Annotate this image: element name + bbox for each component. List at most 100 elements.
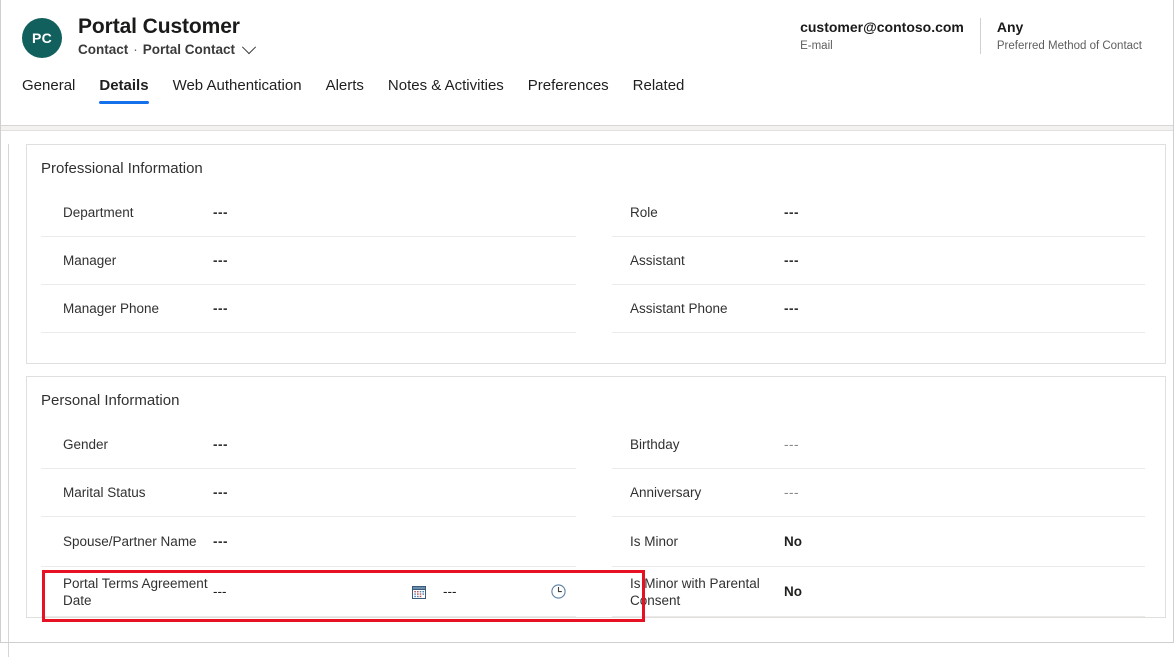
subtitle-separator: · [133,41,138,59]
field-row-spouse-partner-name[interactable]: Spouse/Partner Name --- [41,517,576,567]
portal-terms-date-part[interactable]: --- [213,584,409,599]
field-label-spouse-partner-name: Spouse/Partner Name [41,533,213,550]
column-right-professional-spacer [612,333,1145,363]
field-row-department[interactable]: Department --- [41,189,576,237]
section-personal-information: Personal Information Gender --- Marital … [26,376,1166,618]
field-value-anniversary[interactable]: --- [784,484,1145,502]
section-title-personal: Personal Information [27,377,1165,421]
field-row-is-minor-with-parental-consent[interactable]: Is Minor with Parental Consent No [612,567,1145,617]
field-value-gender-text: --- [213,436,228,454]
field-label-assistant: Assistant [612,252,784,269]
field-value-is-minor-with-parental-consent-text: No [784,583,802,601]
tab-web-authentication[interactable]: Web Authentication [161,76,314,106]
field-value-manager-phone[interactable]: --- [213,300,576,318]
field-value-assistant[interactable]: --- [784,252,1145,270]
section-columns-personal: Gender --- Marital Status --- Spouse/Par… [27,421,1165,617]
field-row-birthday[interactable]: Birthday --- [612,421,1145,469]
field-value-portal-terms-agreement-date[interactable]: --- [213,582,576,602]
form-selector-label[interactable]: Portal Contact [143,41,235,59]
record-subtitle: Contact · Portal Contact [78,41,784,59]
record-header-top: PC Portal Customer Contact · Portal Cont… [0,0,1174,62]
tab-preferences[interactable]: Preferences [516,76,621,106]
form-tab-strip: General Details Web Authentication Alert… [0,62,1174,106]
tab-general[interactable]: General [22,76,87,106]
field-value-manager-phone-text: --- [213,300,228,318]
field-value-spouse-partner-name[interactable]: --- [213,533,576,551]
clock-icon[interactable] [548,582,568,602]
section-professional-information: Professional Information Department --- … [26,144,1166,364]
field-value-marital-status-text: --- [213,484,228,502]
field-value-role[interactable]: --- [784,204,1145,222]
column-right-professional: Role --- Assistant --- Assistant Phone [596,189,1165,363]
header-field-email-value: customer@contoso.com [800,18,964,37]
field-label-role: Role [612,204,784,221]
field-value-assistant-phone-text: --- [784,300,799,318]
calendar-icon[interactable] [409,582,429,602]
avatar: PC [22,18,62,58]
field-value-anniversary-text: --- [784,484,799,502]
portal-terms-date-text: --- [213,584,251,599]
tab-related[interactable]: Related [621,76,697,106]
field-row-manager[interactable]: Manager --- [41,237,576,285]
field-value-marital-status[interactable]: --- [213,484,576,502]
field-label-manager: Manager [41,252,213,269]
field-value-assistant-phone[interactable]: --- [784,300,1145,318]
header-field-email-label: E-mail [800,38,964,54]
field-value-is-minor-text: No [784,533,802,551]
record-form-window: PC Portal Customer Contact · Portal Cont… [0,0,1174,643]
portal-terms-time-text: --- [443,584,457,599]
field-row-marital-status[interactable]: Marital Status --- [41,469,576,517]
header-divider [0,126,1174,131]
record-header: PC Portal Customer Contact · Portal Cont… [0,0,1174,126]
header-field-email[interactable]: customer@contoso.com E-mail [784,18,980,54]
field-label-is-minor: Is Minor [612,533,784,550]
field-value-birthday[interactable]: --- [784,436,1145,454]
tab-notes-activities[interactable]: Notes & Activities [376,76,516,106]
tab-alerts[interactable]: Alerts [314,76,376,106]
field-label-portal-terms-agreement-date: Portal Terms Agreement Date [41,575,213,609]
field-label-marital-status: Marital Status [41,484,213,501]
tab-details[interactable]: Details [87,76,160,106]
portal-terms-time-part[interactable]: --- [409,582,576,602]
field-label-department: Department [41,204,213,221]
field-value-spouse-partner-name-text: --- [213,533,228,551]
field-label-anniversary: Anniversary [612,484,784,501]
field-value-department-text: --- [213,204,228,222]
section-columns-professional: Department --- Manager --- Manager Phone [27,189,1165,363]
field-value-gender[interactable]: --- [213,436,576,454]
field-label-birthday: Birthday [612,436,784,453]
field-value-is-minor-with-parental-consent[interactable]: No [784,583,1145,601]
column-left-professional: Department --- Manager --- Manager Phone [27,189,596,363]
page-title: Portal Customer [78,14,784,39]
field-row-portal-terms-agreement-date[interactable]: Portal Terms Agreement Date --- [41,567,576,617]
section-title-professional: Professional Information [27,145,1165,189]
field-value-is-minor[interactable]: No [784,533,1145,551]
field-value-role-text: --- [784,204,799,222]
field-row-is-minor[interactable]: Is Minor No [612,517,1145,567]
field-value-department[interactable]: --- [213,204,576,222]
field-label-gender: Gender [41,436,213,453]
field-row-assistant[interactable]: Assistant --- [612,237,1145,285]
field-value-manager[interactable]: --- [213,252,576,270]
header-field-preferred-contact-label: Preferred Method of Contact [997,38,1142,54]
chevron-down-icon[interactable] [242,40,256,54]
field-label-manager-phone: Manager Phone [41,300,213,317]
field-value-birthday-text: --- [784,436,799,454]
header-field-preferred-contact[interactable]: Any Preferred Method of Contact [980,18,1158,54]
field-row-manager-phone[interactable]: Manager Phone --- [41,285,576,333]
field-row-anniversary[interactable]: Anniversary --- [612,469,1145,517]
field-label-assistant-phone: Assistant Phone [612,300,784,317]
column-left-personal: Gender --- Marital Status --- Spouse/Par… [27,421,596,617]
column-left-professional-spacer [41,333,576,363]
avatar-initials: PC [32,30,52,46]
field-row-gender[interactable]: Gender --- [41,421,576,469]
header-quick-fields: customer@contoso.com E-mail Any Preferre… [784,14,1158,54]
form-body: Professional Information Department --- … [8,144,1174,657]
field-label-is-minor-with-parental-consent: Is Minor with Parental Consent [612,575,784,609]
field-row-role[interactable]: Role --- [612,189,1145,237]
column-right-personal: Birthday --- Anniversary --- Is Minor [596,421,1165,617]
field-value-manager-text: --- [213,252,228,270]
field-row-assistant-phone[interactable]: Assistant Phone --- [612,285,1145,333]
record-title-block: Portal Customer Contact · Portal Contact [78,14,784,59]
entity-type-label: Contact [78,41,128,59]
